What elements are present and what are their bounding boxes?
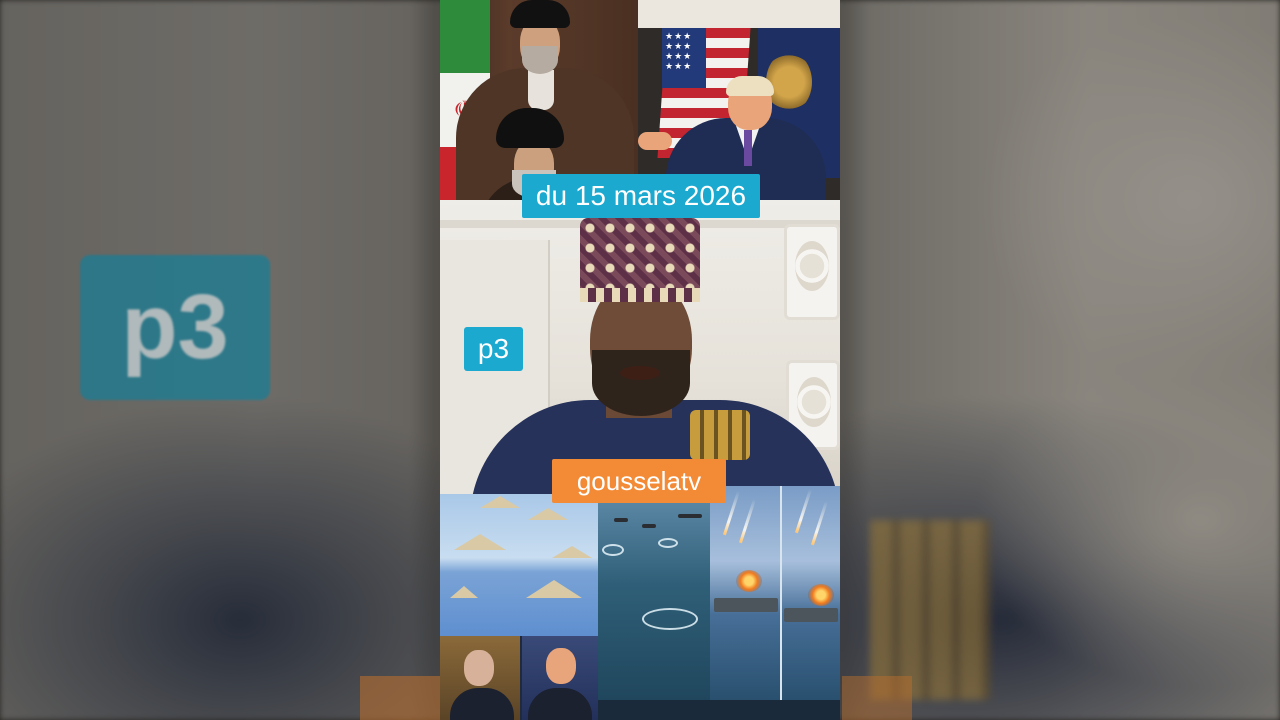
wall-relief-top <box>784 224 840 320</box>
drone-icon <box>454 534 506 550</box>
ship-icon <box>678 514 702 518</box>
speaker-hair <box>726 76 774 96</box>
portrait-suit <box>528 688 592 720</box>
missile-icon <box>738 498 757 544</box>
portrait-face <box>464 650 494 686</box>
carriers-panel <box>710 486 840 700</box>
background-bar-right <box>842 676 912 720</box>
channel-badge: gousselatv <box>552 459 726 503</box>
ship-icon <box>642 524 656 528</box>
carrier-icon <box>784 608 838 622</box>
explosion-icon <box>808 584 834 606</box>
speaker-tie <box>744 130 752 166</box>
date-caption-text: du 15 mars 2026 <box>535 180 747 211</box>
drone-icon <box>450 586 478 598</box>
podium-panel: ★★★ ★★★ ★★★ ★★★ <box>638 0 840 200</box>
splash-icon <box>602 544 624 556</box>
us-flag-canton: ★★★ ★★★ ★★★ ★★★ <box>662 28 706 88</box>
presenter-mouth <box>620 366 660 380</box>
background-epaulet <box>870 520 990 700</box>
cleric-turban <box>510 0 570 28</box>
seal-icon <box>766 52 812 112</box>
cleric-beard <box>522 46 558 74</box>
missile-icon <box>810 500 829 546</box>
ships-panel <box>598 494 710 720</box>
date-caption: du 15 mars 2026 <box>522 174 760 218</box>
presenter-beard <box>592 350 690 416</box>
podium-top-bar <box>638 0 840 28</box>
part-badge: p3 <box>464 327 523 371</box>
video-frame: p3 ☫ ★★★★★★★★★★★★ <box>0 0 1280 720</box>
drone-icon <box>480 496 520 508</box>
ship-icon <box>614 518 628 522</box>
portrait-right <box>522 636 598 720</box>
explosion-icon <box>736 570 762 592</box>
splash-icon <box>658 538 678 548</box>
presenter-hat-band <box>580 288 700 302</box>
part-label: p3 <box>477 333 510 364</box>
background-part-badge: p3 <box>80 255 270 400</box>
drone-icon <box>528 508 568 520</box>
channel-label: gousselatv <box>576 466 702 496</box>
background-bar-left <box>360 676 440 720</box>
portrait-face <box>546 648 576 684</box>
portrait-suit <box>450 688 514 720</box>
panel-divider <box>780 486 782 700</box>
portraits-panel <box>440 636 598 720</box>
portrait-left <box>440 636 520 720</box>
drone-icon <box>526 580 582 598</box>
bottom-strip <box>598 700 840 720</box>
cleric-shirt <box>528 70 554 110</box>
background-part-label: p3 <box>121 276 229 378</box>
missile-icon <box>794 488 813 534</box>
epaulet <box>690 410 750 460</box>
splash-icon <box>642 608 698 630</box>
drones-panel <box>440 494 598 636</box>
pointing-hand <box>638 132 672 150</box>
drone-icon <box>552 546 592 558</box>
carrier-icon <box>714 598 778 612</box>
